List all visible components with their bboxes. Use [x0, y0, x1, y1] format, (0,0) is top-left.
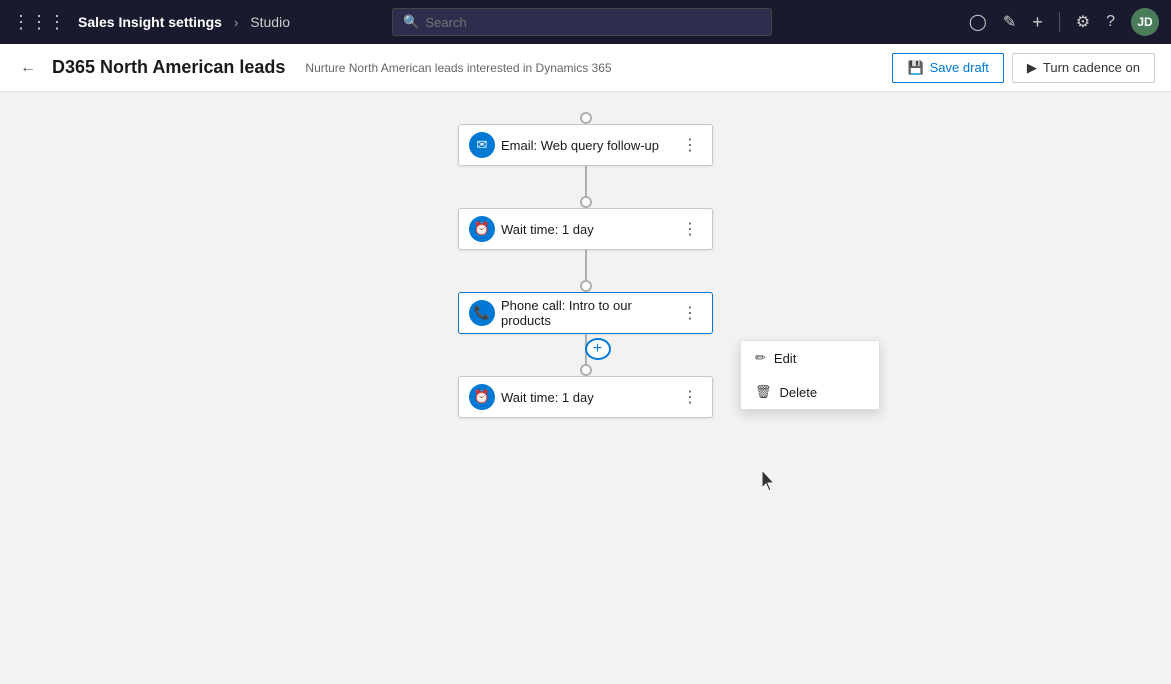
connector-dot-3 [580, 280, 592, 292]
connector-dot-1 [580, 112, 592, 124]
connector-dot-4 [580, 364, 592, 376]
wait-card-2-label: Wait time: 1 day [501, 390, 678, 405]
edit-icon: ✏ [755, 350, 766, 366]
delete-icon: 🗑 [755, 384, 772, 400]
nav-icons: ◯ ✎ + ⚙ ? JD [969, 8, 1159, 36]
context-menu-delete[interactable]: 🗑 Delete [741, 375, 879, 409]
email-icon-badge: ✉ [469, 132, 495, 158]
play-icon: ▶ [1027, 60, 1037, 76]
mouse-cursor [762, 470, 778, 492]
top-nav: ⋮⋮⋮ Sales Insight settings › Studio 🔍 ◯ … [0, 0, 1171, 44]
flow-line-3: + [585, 334, 587, 364]
context-menu: ✏ Edit 🗑 Delete [740, 340, 880, 410]
search-icon: 🔍 [403, 14, 419, 30]
wait-card-1-menu[interactable]: ⋮ [678, 215, 702, 243]
flow-container: ✉ Email: Web query follow-up ⋮ ⏰ Wait ti… [456, 112, 716, 418]
clock-icon-badge-2: ⏰ [469, 384, 495, 410]
sub-header-actions: 💾 Save draft ▶ Turn cadence on [892, 53, 1155, 83]
app-title: Sales Insight settings [78, 14, 222, 30]
phone-icon-badge: 📞 [469, 300, 495, 326]
phone-card-label: Phone call: Intro to our products [501, 298, 678, 328]
delete-label: Delete [780, 385, 818, 400]
canvas: ✉ Email: Web query follow-up ⋮ ⏰ Wait ti… [0, 92, 1171, 684]
refresh-icon[interactable]: ◯ [969, 12, 987, 32]
save-draft-button[interactable]: 💾 Save draft [892, 53, 1003, 83]
lightbulb-icon[interactable]: ✎ [1003, 12, 1016, 32]
flow-card-wait-2: ⏰ Wait time: 1 day ⋮ [458, 376, 713, 418]
search-input[interactable] [425, 15, 761, 30]
flow-line-1 [585, 166, 587, 196]
context-menu-edit[interactable]: ✏ Edit [741, 341, 879, 375]
app-grid-icon[interactable]: ⋮⋮⋮ [12, 12, 66, 33]
turn-cadence-on-button[interactable]: ▶ Turn cadence on [1012, 53, 1155, 83]
page-title: D365 North American leads [52, 57, 285, 78]
add-icon[interactable]: + [1032, 12, 1043, 33]
flow-card-wait-1: ⏰ Wait time: 1 day ⋮ [458, 208, 713, 250]
connector-dot-2 [580, 196, 592, 208]
edit-label: Edit [774, 351, 796, 366]
breadcrumb-sep: › [234, 15, 238, 30]
wait-card-2-menu[interactable]: ⋮ [678, 383, 702, 411]
search-bar[interactable]: 🔍 [392, 8, 772, 36]
email-card-menu[interactable]: ⋮ [678, 131, 702, 159]
save-icon: 💾 [907, 60, 923, 76]
help-icon[interactable]: ? [1106, 13, 1115, 31]
back-button[interactable]: ← [16, 55, 40, 81]
flow-line-2 [585, 250, 587, 280]
sub-header: ← D365 North American leads Nurture Nort… [0, 44, 1171, 92]
clock-icon-badge-1: ⏰ [469, 216, 495, 242]
nav-divider [1059, 12, 1060, 32]
email-card-label: Email: Web query follow-up [501, 138, 678, 153]
studio-label: Studio [250, 14, 290, 30]
avatar[interactable]: JD [1131, 8, 1159, 36]
flow-card-phone: 📞 Phone call: Intro to our products ⋮ [458, 292, 713, 334]
flow-card-email: ✉ Email: Web query follow-up ⋮ [458, 124, 713, 166]
add-step-button[interactable]: + [585, 338, 611, 360]
page-description: Nurture North American leads interested … [305, 61, 611, 75]
settings-icon[interactable]: ⚙ [1076, 12, 1090, 32]
wait-card-1-label: Wait time: 1 day [501, 222, 678, 237]
phone-card-menu[interactable]: ⋮ [678, 299, 702, 327]
